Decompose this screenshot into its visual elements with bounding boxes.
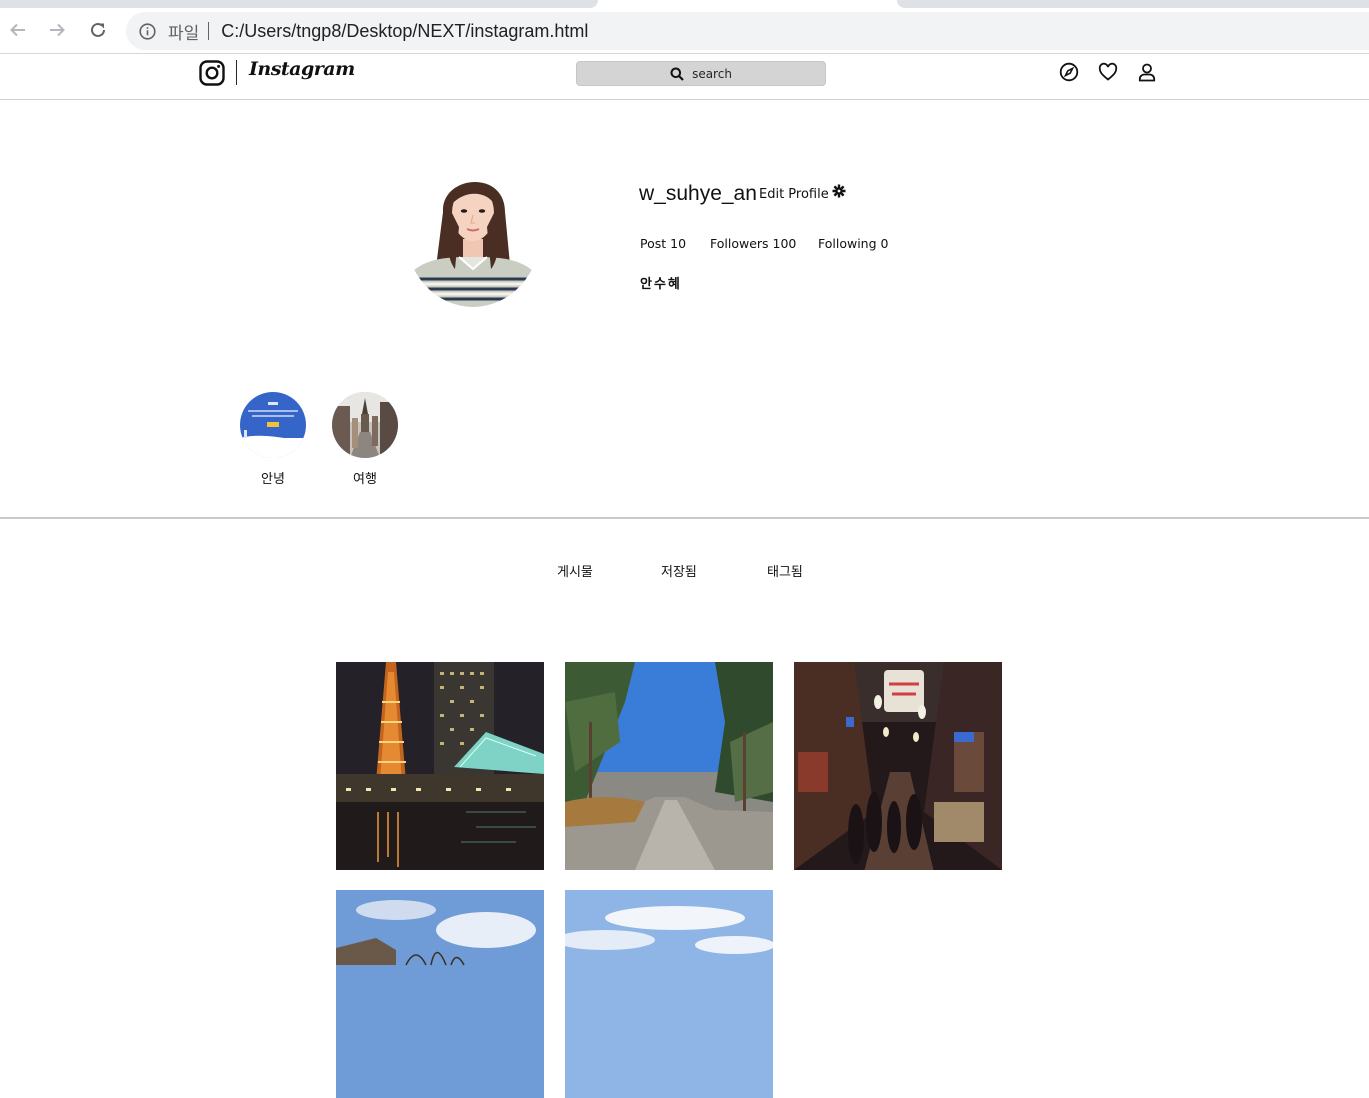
story-highlight[interactable]: 안녕	[239, 392, 307, 487]
post-thumbnail[interactable]	[794, 662, 1002, 870]
story-highlight[interactable]: 여행	[331, 392, 399, 487]
info-icon[interactable]	[138, 22, 156, 40]
tab-tagged[interactable]: 태그됨	[767, 561, 803, 580]
instagram-header: Instagram search	[0, 55, 1369, 100]
tab-posts[interactable]: 게시물	[557, 561, 593, 580]
profile-full-name: 안수혜	[640, 277, 682, 292]
scheme-label: 파일	[168, 23, 200, 44]
browser-tabstrip	[0, 0, 1369, 8]
search-input[interactable]: search	[576, 61, 826, 86]
post-thumbnail[interactable]	[565, 662, 773, 870]
highlight-label: 안녕	[261, 472, 285, 487]
back-button[interactable]	[6, 18, 30, 42]
highlight-cover	[240, 392, 306, 458]
highlight-label: 여행	[353, 472, 377, 487]
settings-button[interactable]	[831, 183, 847, 199]
highlight-cover	[332, 392, 398, 458]
browser-tab-inactive[interactable]	[0, 0, 598, 8]
profile-username: w_suhye_an	[639, 182, 757, 205]
edit-profile-button[interactable]: Edit Profile	[759, 187, 829, 202]
following-count[interactable]: Following 0	[818, 236, 888, 251]
compass-icon	[1059, 62, 1079, 82]
gear-icon	[832, 184, 846, 198]
explore-button[interactable]	[1058, 61, 1080, 83]
post-thumbnail[interactable]	[336, 890, 544, 1098]
heart-icon	[1098, 62, 1118, 81]
activity-button[interactable]	[1097, 61, 1119, 83]
search-icon	[670, 67, 684, 81]
instagram-logo-icon[interactable]	[199, 60, 225, 86]
address-separator	[208, 22, 210, 40]
arrow-left-icon	[10, 23, 25, 37]
browser-toolbar: 파일 C:/Users/tngp8/Desktop/NEXT/instagram…	[0, 8, 1369, 54]
address-bar[interactable]: 파일 C:/Users/tngp8/Desktop/NEXT/instagram…	[126, 12, 1369, 50]
post-thumbnail[interactable]	[336, 662, 544, 870]
followers-count[interactable]: Followers 100	[710, 236, 796, 251]
tab-saved[interactable]: 저장됨	[661, 561, 697, 580]
arrow-right-icon	[50, 23, 65, 37]
url-text[interactable]: C:/Users/tngp8/Desktop/NEXT/instagram.ht…	[221, 21, 588, 42]
logo-divider	[236, 60, 237, 85]
reload-button[interactable]	[86, 18, 110, 42]
reload-icon	[91, 22, 105, 37]
section-divider	[0, 517, 1369, 519]
post-thumbnail[interactable]	[565, 890, 773, 1098]
profile-button[interactable]	[1136, 61, 1158, 83]
instagram-wordmark[interactable]: Instagram	[249, 58, 355, 80]
browser-tab-inactive-right[interactable]	[897, 0, 1369, 8]
search-placeholder: search	[692, 66, 732, 81]
user-icon	[1138, 63, 1156, 82]
profile-avatar[interactable]	[405, 157, 541, 307]
post-count[interactable]: Post 10	[640, 236, 686, 251]
forward-button[interactable]	[45, 18, 69, 42]
